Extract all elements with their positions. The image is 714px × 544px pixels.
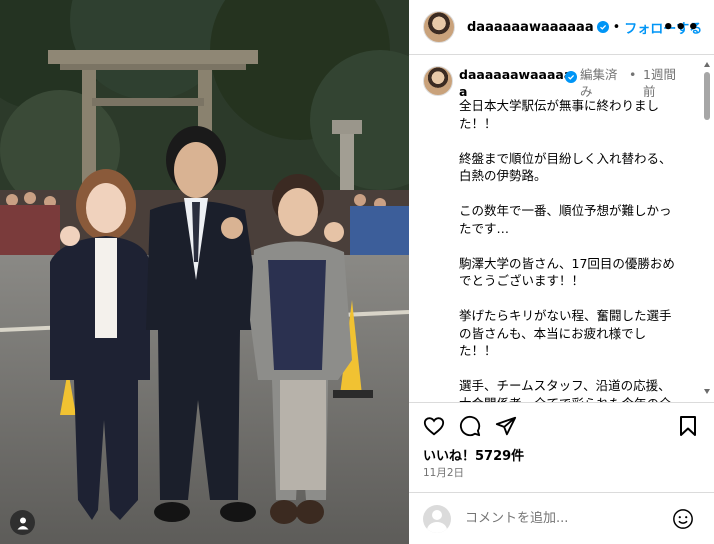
add-comment-bar bbox=[409, 492, 714, 544]
author-avatar[interactable] bbox=[423, 11, 455, 43]
post-actions: いいね！5729件 11月2日 bbox=[409, 402, 714, 492]
viewer-avatar bbox=[423, 504, 451, 533]
comment-input[interactable] bbox=[465, 511, 655, 526]
author-username[interactable]: daaaaaawaaaaaa bbox=[467, 20, 594, 35]
comments-area[interactable]: daaaaaawaaaaa a 編集済 み • 1週間 前 全日本大学駅伝が無事… bbox=[409, 56, 714, 402]
likes-count[interactable]: いいね！5729件 bbox=[423, 445, 524, 464]
header-separator: • bbox=[612, 19, 621, 35]
caption-verified-badge-icon bbox=[565, 71, 577, 83]
post-date[interactable]: 11月2日 bbox=[423, 465, 464, 480]
share-icon[interactable] bbox=[495, 415, 517, 437]
time-separator: • bbox=[629, 67, 637, 82]
edited-label-line-1: 編集済 bbox=[580, 67, 618, 82]
group-photo-image bbox=[0, 0, 409, 544]
caption-username-line-1[interactable]: daaaaaawaaaaa bbox=[459, 67, 572, 82]
heart-icon[interactable] bbox=[423, 415, 445, 437]
post-details-panel: daaaaaawaaaaaa • フォローする ••• daaaaaawaaaa… bbox=[409, 0, 714, 544]
comment-icon[interactable] bbox=[459, 415, 481, 437]
bookmark-icon[interactable] bbox=[678, 415, 698, 437]
caption-author-avatar[interactable] bbox=[423, 66, 453, 96]
caption-row: daaaaaawaaaaa a 編集済 み • 1週間 前 bbox=[423, 66, 676, 99]
user-tag-icon[interactable] bbox=[10, 510, 35, 535]
post-photo[interactable] bbox=[0, 0, 409, 544]
post-caption: 全日本大学駅伝が無事に終わりまし た！！ 終盤まで順位が目紛しく入れ替わる、 白… bbox=[459, 98, 675, 402]
scroll-down-arrow-icon[interactable] bbox=[704, 389, 710, 394]
emoji-icon[interactable] bbox=[672, 508, 694, 534]
post-header: daaaaaawaaaaaa • フォローする ••• bbox=[409, 0, 714, 55]
more-options-icon[interactable]: ••• bbox=[662, 17, 700, 38]
comments-scrollbar[interactable] bbox=[702, 58, 712, 398]
scroll-thumb[interactable] bbox=[704, 72, 710, 120]
scroll-up-arrow-icon[interactable] bbox=[704, 62, 710, 67]
post-time-line-1[interactable]: 1週間 bbox=[643, 66, 676, 83]
verified-badge-icon bbox=[596, 21, 609, 33]
